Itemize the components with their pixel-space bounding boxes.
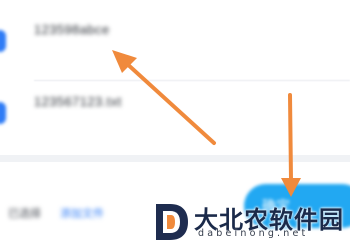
list-item[interactable]: 123567123.txt [0, 80, 350, 142]
file-list-card: 123598abce 123567123.txt [0, 0, 350, 155]
site-logo-icon [156, 204, 188, 240]
file-type-icon [0, 30, 6, 52]
file-name: 123598abce [34, 22, 110, 37]
selection-label: 已选择 [8, 208, 41, 220]
file-type-icon [0, 102, 6, 124]
site-watermark: 大北农软件园 dabeinong.net [150, 198, 350, 245]
list-item[interactable]: 123598abce [0, 8, 350, 81]
file-name: 123567123.txt [34, 94, 122, 109]
add-file-link[interactable]: 添加文件 [60, 205, 104, 221]
watermark-domain: dabeinong.net [198, 228, 309, 239]
